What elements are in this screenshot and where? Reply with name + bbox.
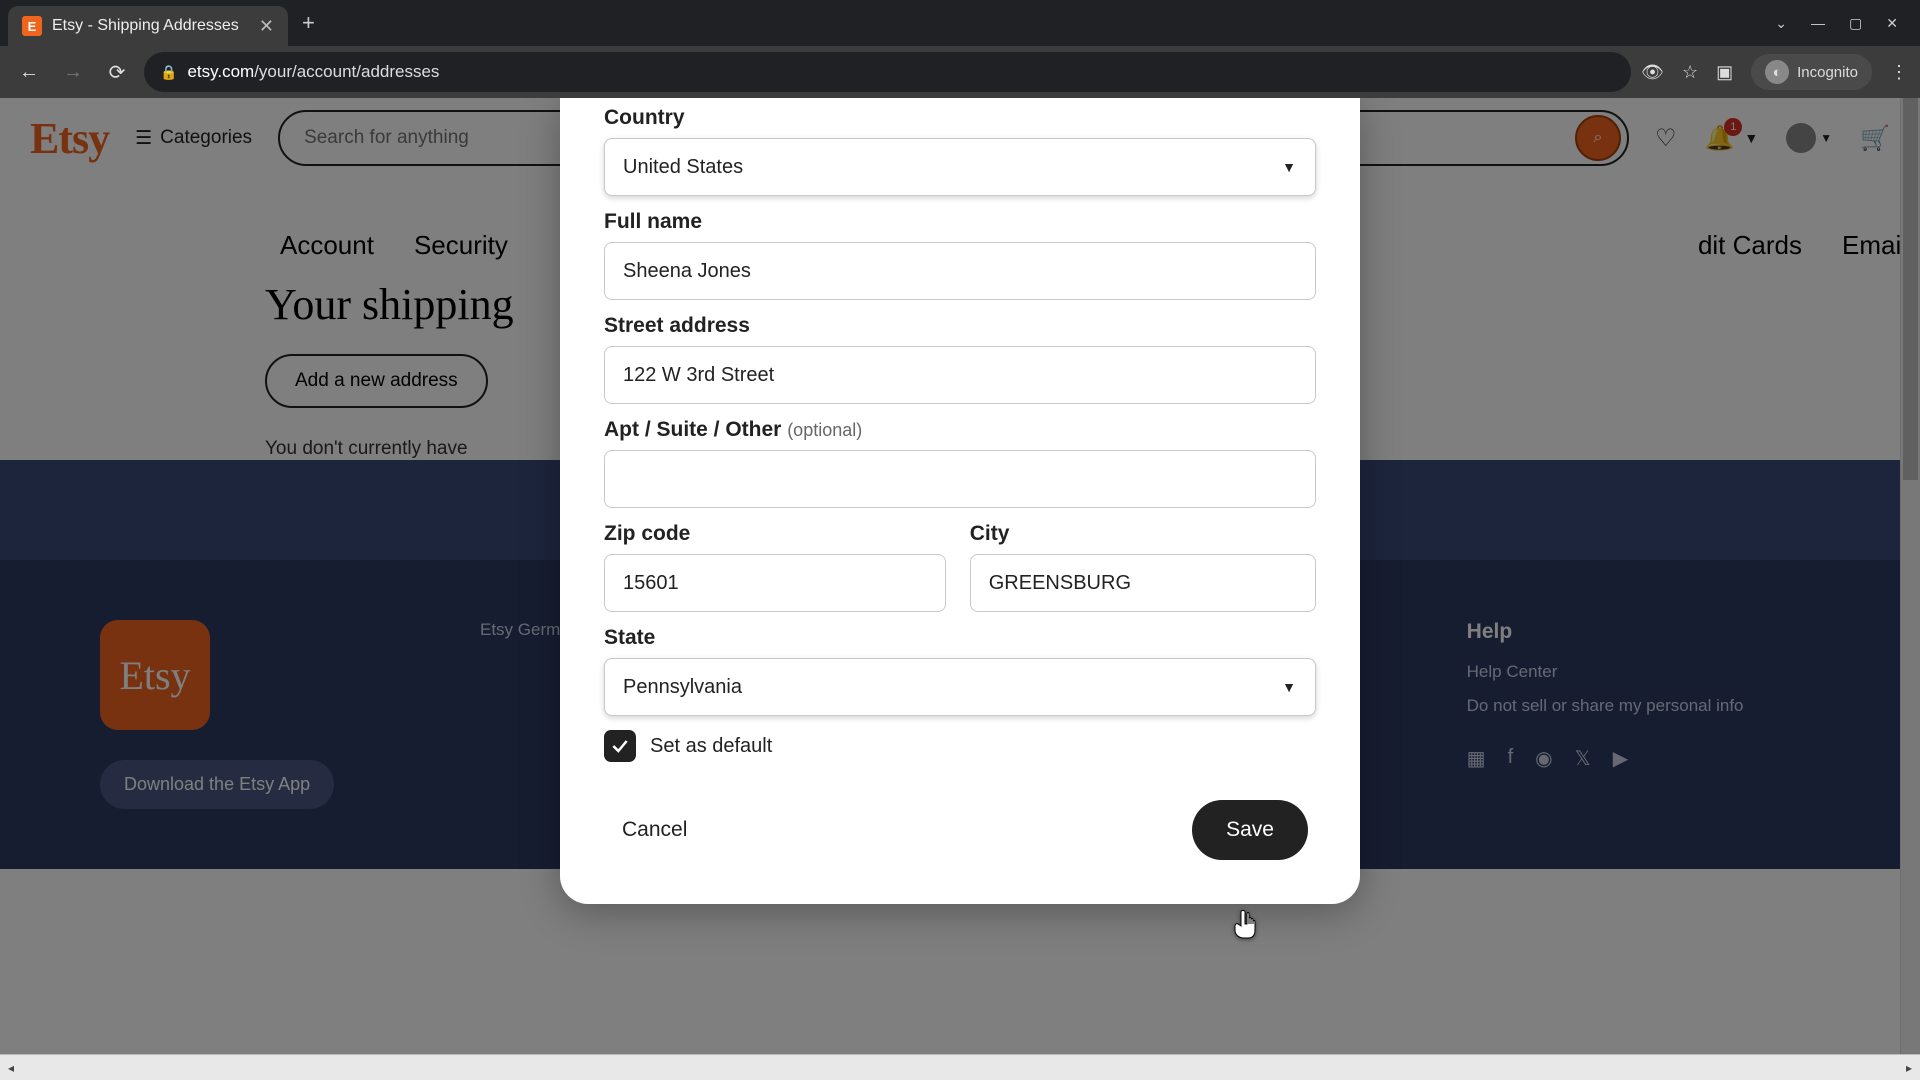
apt-input[interactable] (604, 450, 1316, 508)
check-icon (610, 736, 630, 756)
default-checkbox[interactable] (604, 730, 636, 762)
forward-button[interactable]: → (56, 55, 90, 89)
maximize-icon[interactable]: ▢ (1849, 15, 1862, 32)
street-label: Street address (604, 314, 1316, 338)
state-label: State (604, 626, 1316, 650)
address-modal: Country United States ▼ Full name Street… (560, 98, 1360, 904)
incognito-badge[interactable]: ◐ Incognito (1751, 54, 1872, 90)
tab-title: Etsy - Shipping Addresses (52, 17, 249, 35)
street-input[interactable] (604, 346, 1316, 404)
close-tab-icon[interactable]: ✕ (259, 16, 274, 37)
country-select[interactable]: United States (604, 138, 1316, 196)
tab-bar: E Etsy - Shipping Addresses ✕ + ⌄ — ▢ ✕ (0, 0, 1920, 46)
minimize-icon[interactable]: — (1811, 15, 1825, 32)
city-input[interactable] (970, 554, 1316, 612)
browser-tab[interactable]: E Etsy - Shipping Addresses ✕ (8, 6, 288, 46)
install-icon[interactable]: ▣ (1716, 62, 1733, 83)
default-label: Set as default (650, 735, 772, 758)
etsy-favicon: E (22, 16, 42, 36)
chevron-right-icon[interactable]: ▸ (1906, 1061, 1912, 1075)
city-label: City (970, 522, 1316, 546)
new-tab-button[interactable]: + (288, 10, 329, 36)
country-label: Country (604, 106, 1316, 130)
save-button[interactable]: Save (1192, 800, 1308, 860)
state-select[interactable]: Pennsylvania (604, 658, 1316, 716)
chevron-down-icon[interactable]: ⌄ (1775, 15, 1787, 32)
os-taskbar[interactable]: ◂ ▸ (0, 1054, 1920, 1080)
close-window-icon[interactable]: ✕ (1886, 15, 1898, 32)
back-button[interactable]: ← (12, 55, 46, 89)
chevron-left-icon[interactable]: ◂ (8, 1061, 14, 1075)
address-bar: ← → ⟳ 🔒 etsy.com/your/account/addresses … (0, 46, 1920, 98)
menu-icon[interactable]: ⋮ (1890, 62, 1908, 83)
zip-label: Zip code (604, 522, 946, 546)
apt-label: Apt / Suite / Other (optional) (604, 418, 1316, 442)
eye-off-icon[interactable]: 👁 (1641, 62, 1664, 83)
lock-icon: 🔒 (160, 64, 177, 81)
incognito-icon: ◐ (1765, 60, 1789, 84)
url-text: etsy.com/your/account/addresses (187, 62, 439, 82)
cancel-button[interactable]: Cancel (612, 804, 697, 856)
url-field[interactable]: 🔒 etsy.com/your/account/addresses (144, 52, 1631, 92)
fullname-input[interactable] (604, 242, 1316, 300)
zip-input[interactable] (604, 554, 946, 612)
bookmark-icon[interactable]: ☆ (1682, 62, 1698, 83)
fullname-label: Full name (604, 210, 1316, 234)
reload-button[interactable]: ⟳ (100, 55, 134, 89)
